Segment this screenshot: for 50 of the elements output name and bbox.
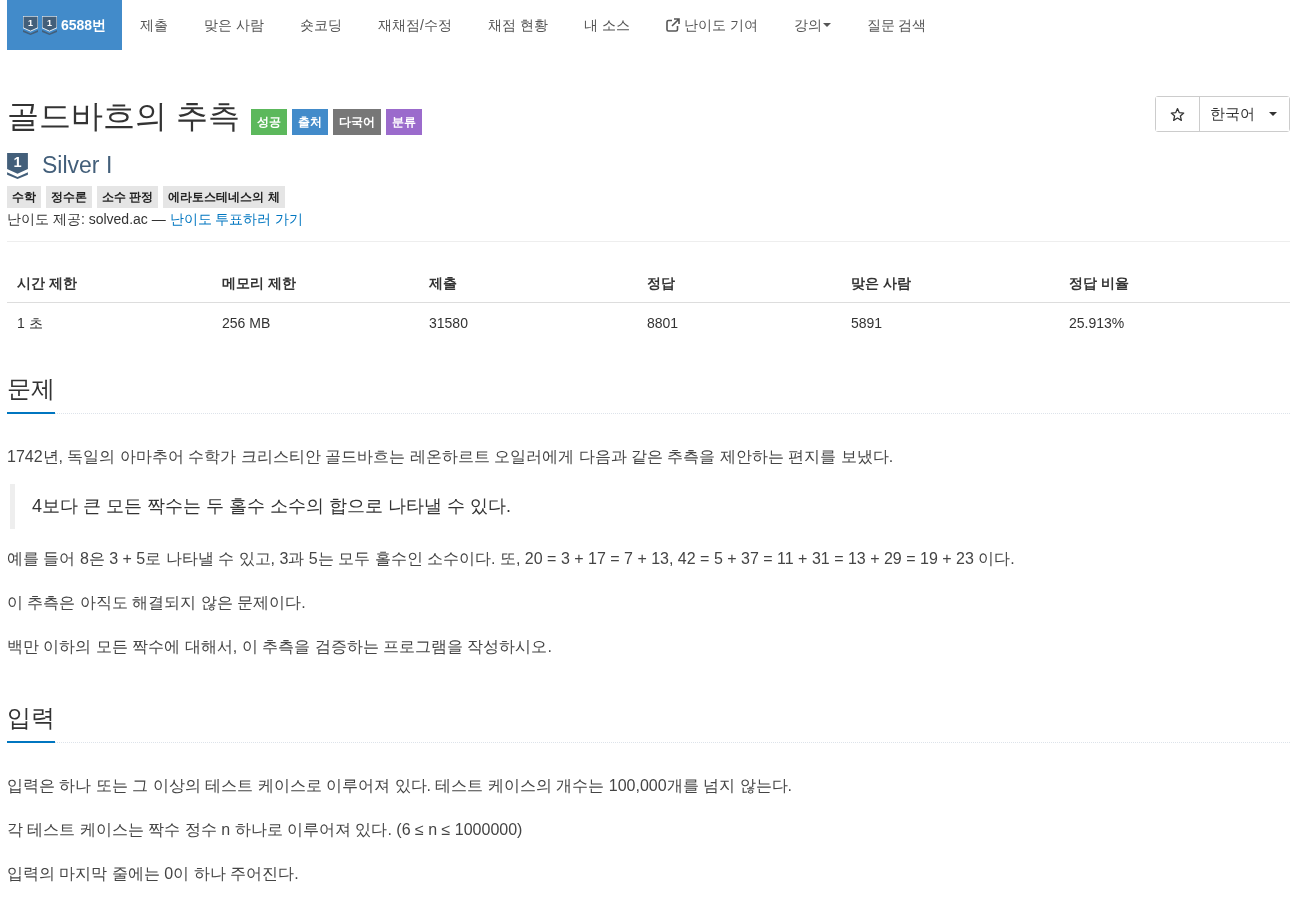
nav-tab[interactable]: 제출 <box>122 0 187 50</box>
tag[interactable]: 정수론 <box>46 186 92 208</box>
difficulty-note: 난이도 제공: solved.ac — 난이도 투표하러 가기 <box>7 210 305 229</box>
status-label[interactable]: 다국어 <box>332 109 381 135</box>
column-header: 맞은 사람 <box>850 274 912 293</box>
favorite-button[interactable] <box>1156 97 1200 131</box>
table-cell-text: 256 MB <box>221 314 272 333</box>
section-heading: 입력 <box>7 702 55 743</box>
tag[interactable]: 소수 판정 <box>97 186 159 208</box>
status-label[interactable]: 출처 <box>291 109 328 135</box>
paragraph: 1742년, 독일의 아마추어 수학가 크리스티안 골드바흐는 레온하르트 오일러에게 다음과 같은 추측을 제안하는 편지를 보냈다. <box>7 447 895 467</box>
nav-tab[interactable]: 질문 검색 <box>848 0 945 50</box>
table-cell-text: 8801 <box>646 314 680 333</box>
nav-tab[interactable]: 숏코딩 <box>282 0 361 50</box>
tier-badge-icon: 1 <box>42 15 57 35</box>
tier-name: Silver I <box>42 152 113 179</box>
nav-tab[interactable]: 난이도 기여 <box>647 0 776 50</box>
column-header: 정답 <box>646 274 676 293</box>
paragraph: 백만 이하의 모든 짝수에 대해서, 이 추측을 검증하는 프로그램을 작성하시오. <box>7 637 553 657</box>
tag[interactable]: 에라토스테네스의 체 <box>163 186 285 208</box>
caret-icon <box>1269 112 1277 116</box>
vote-link[interactable]: 난이도 투표하러 가기 <box>169 211 304 227</box>
column-header: 정답 비율 <box>1068 274 1130 293</box>
nav-tab[interactable]: 맞은 사람 <box>186 0 283 50</box>
nav-tab[interactable]: 내 소스 <box>565 0 648 50</box>
nav-tab[interactable]: 1 1 6588번 <box>7 0 123 50</box>
paragraph: 이 추측은 아직도 해결되지 않은 문제이다. <box>7 593 307 613</box>
nav-tab[interactable]: 채점 현황 <box>469 0 566 50</box>
paragraph: 입력은 하나 또는 그 이상의 테스트 케이스로 이루어져 있다. 테스트 케이스의 개수는 100,000개를 넘지 않는다. <box>7 776 793 796</box>
paragraph: 예를 들어 8은 3 + 5로 나타낼 수 있고, 3과 5는 모두 홀수인 소수이다. 또, 20 = 3 + 17 = 7 + 13, 42 = 5 + 37 = 11 + 31 = 13 + 29 = 19 + 23 이다. <box>7 549 1016 569</box>
paragraph: 각 테스트 케이스는 짝수 정수 n 하나로 이루어져 있다. (6 ≤ n ≤ 1000000) <box>7 820 524 840</box>
nav-tab[interactable]: 강의 <box>775 0 849 50</box>
problem-title: 골드바흐의 추측 <box>7 97 240 136</box>
nav-tab[interactable]: 재채점/수정 <box>360 0 470 50</box>
status-label[interactable]: 분류 <box>385 109 422 135</box>
column-header: 메모리 제한 <box>221 274 297 293</box>
column-header: 시간 제한 <box>16 274 78 293</box>
table-cell-text: 31580 <box>428 314 469 333</box>
quote: 4보다 큰 모든 짝수는 두 홀수 소수의 합으로 나타낼 수 있다. <box>10 484 1290 529</box>
section-heading: 문제 <box>7 373 55 414</box>
star-icon <box>1170 106 1185 122</box>
tag[interactable]: 수학 <box>7 186 41 208</box>
paragraph: 입력의 마지막 줄에는 0이 하나 주어진다. <box>7 864 300 884</box>
table-cell-text: 5891 <box>850 314 884 333</box>
tier-badge-icon: 1 <box>23 15 38 35</box>
caret-icon <box>822 23 831 27</box>
external-link-icon <box>665 18 680 32</box>
column-header: 제출 <box>428 274 458 293</box>
table-cell-text: 1 초 <box>16 314 44 333</box>
table-cell-text: 25.913% <box>1068 314 1126 333</box>
